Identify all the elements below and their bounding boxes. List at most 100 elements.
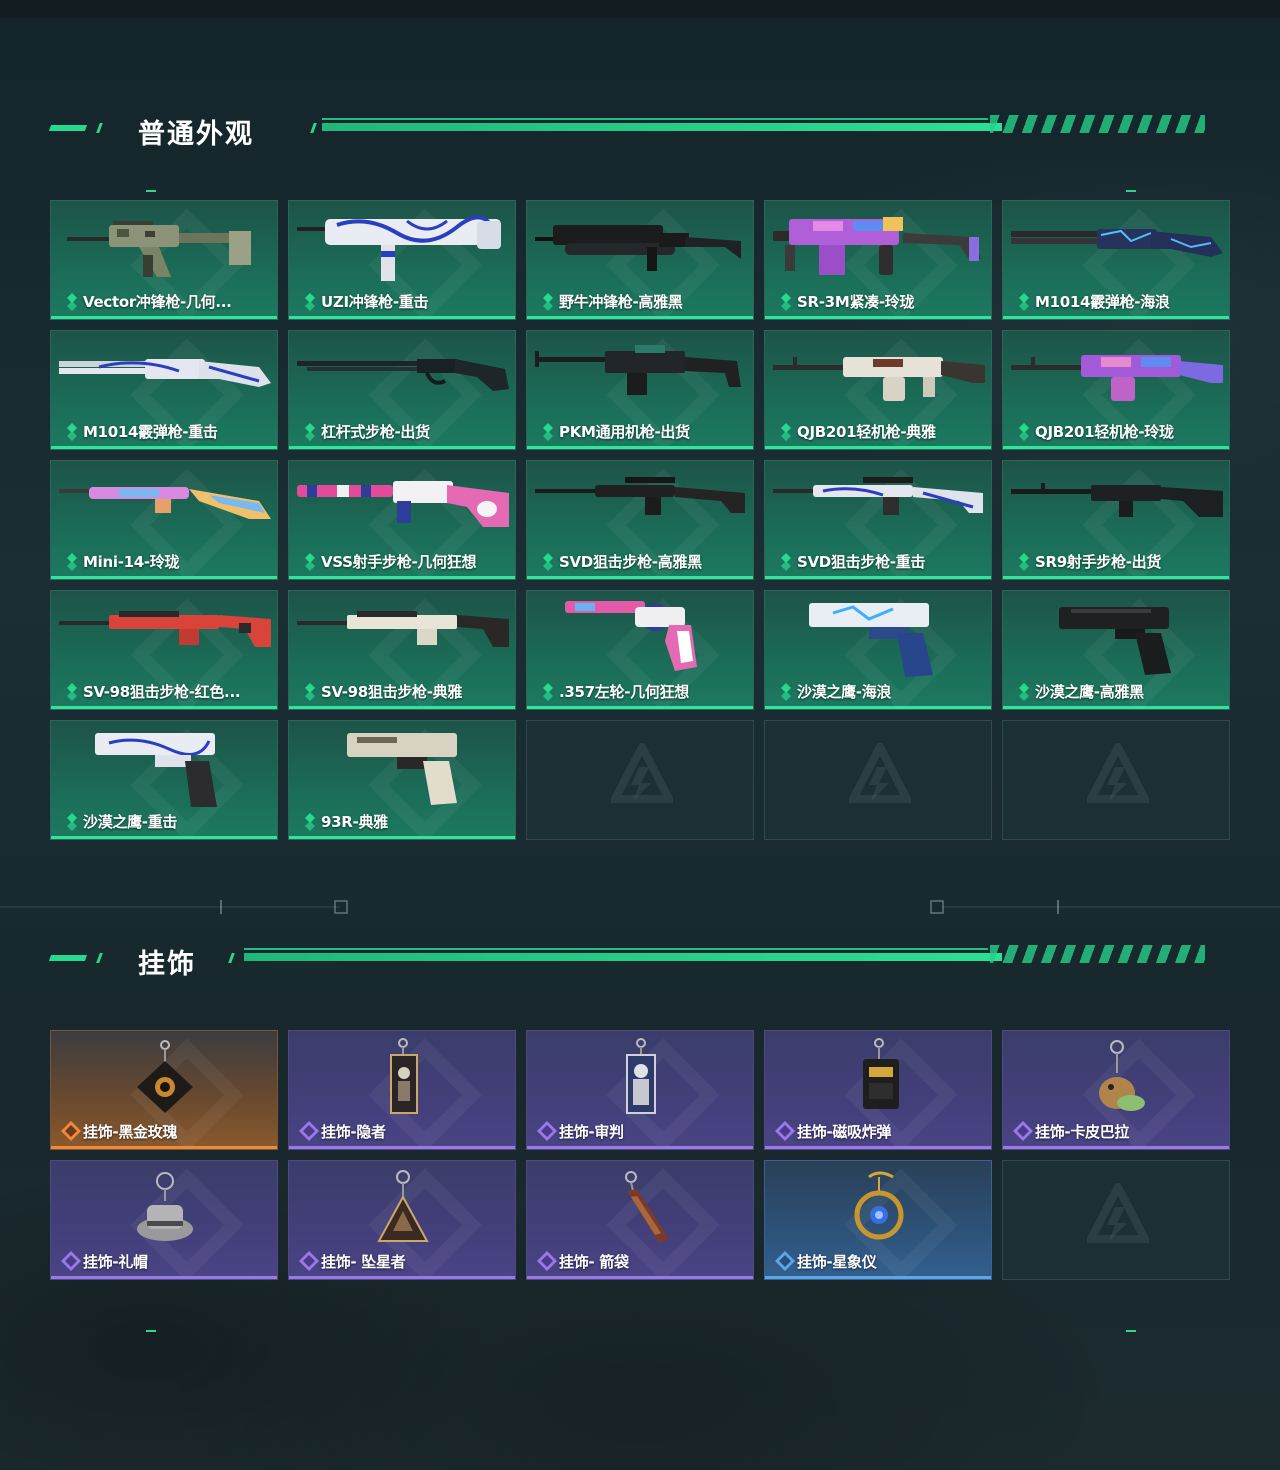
skin-card[interactable]: 沙漠之鹰-高雅黑: [1002, 590, 1230, 710]
skin-card[interactable]: SV-98狙击步枪-红色...: [50, 590, 278, 710]
desert-eagle-image: [95, 733, 217, 807]
skin-label: 沙漠之鹰-重击: [83, 813, 178, 831]
charm-label: 挂饰-审判: [559, 1123, 624, 1141]
charm-label: 挂饰-黑金玫瑰: [83, 1123, 178, 1141]
capybara-charm-image: [1099, 1040, 1145, 1111]
charm-label: 挂饰-卡皮巴拉: [1035, 1123, 1130, 1141]
header-tick: [96, 123, 103, 133]
skin-label: SR9射手步枪-出货: [1035, 553, 1162, 571]
skin-label: QJB201轻机枪-典雅: [797, 423, 936, 441]
charm-card[interactable]: 挂饰-星象仪: [764, 1160, 992, 1280]
skin-card[interactable]: QJB201轻机枪-典雅: [764, 330, 992, 450]
desert-eagle-image: [1059, 607, 1171, 675]
skin-card[interactable]: Mini-14-玲珑: [50, 460, 278, 580]
skin-card[interactable]: 93R-典雅: [288, 720, 516, 840]
magnetic-bomb-charm-image: [863, 1038, 899, 1109]
skin-card[interactable]: SVD狙击步枪-高雅黑: [526, 460, 754, 580]
charm-card[interactable]: 挂饰-礼帽: [50, 1160, 278, 1280]
rarity-icon: [543, 423, 553, 441]
top-hat-charm-image: [137, 1172, 193, 1241]
empty-slot: [1002, 720, 1230, 840]
skins-grid: Vector冲锋枪-几何... UZI冲锋枪-重击 野牛冲锋枪-高雅黑 SR-3…: [50, 200, 1230, 840]
astrolabe-charm-image: [854, 1171, 904, 1240]
skin-label: UZI冲锋枪-重击: [321, 293, 429, 311]
skin-label: M1014霰弹枪-海浪: [1035, 293, 1170, 311]
skin-card[interactable]: 沙漠之鹰-海浪: [764, 590, 992, 710]
rarity-icon: [67, 553, 77, 571]
skin-card[interactable]: .357左轮-几何狂想: [526, 590, 754, 710]
charm-card[interactable]: 挂饰-黑金玫瑰: [50, 1030, 278, 1150]
skin-label: SVD狙击步枪-高雅黑: [559, 553, 702, 571]
section-title-charms: 挂饰: [138, 949, 196, 980]
charm-card[interactable]: 挂饰- 坠星者: [288, 1160, 516, 1280]
empty-slot: [764, 720, 992, 840]
charm-label: 挂饰-星象仪: [797, 1253, 877, 1271]
uzi-smg-image: [297, 215, 501, 281]
rarity-icon: [543, 293, 553, 311]
charm-card[interactable]: 挂饰-隐者: [288, 1030, 516, 1150]
rarity-icon: [537, 1251, 557, 1271]
charm-card[interactable]: 挂饰- 箭袋: [526, 1160, 754, 1280]
skin-card[interactable]: 野牛冲锋枪-高雅黑: [526, 200, 754, 320]
corner-mark: [146, 190, 156, 192]
skin-card[interactable]: M1014霰弹枪-重击: [50, 330, 278, 450]
m1014-shotgun-image: [1011, 229, 1223, 257]
skin-card[interactable]: SV-98狙击步枪-典雅: [288, 590, 516, 710]
skin-card[interactable]: SR9射手步枪-出货: [1002, 460, 1230, 580]
charm-label: 挂饰- 坠星者: [321, 1253, 406, 1271]
skin-card[interactable]: M1014霰弹枪-海浪: [1002, 200, 1230, 320]
rarity-icon: [61, 1121, 81, 1141]
placeholder-logo-icon: [1087, 1183, 1149, 1243]
m1014-shotgun-image: [59, 359, 271, 387]
desert-eagle-image: [809, 603, 933, 677]
quiver-charm-image: [625, 1171, 669, 1243]
rarity-icon: [775, 1251, 795, 1271]
corner-mark: [1126, 190, 1136, 192]
qjb201-image: [1011, 355, 1223, 401]
empty-slot: [1002, 1160, 1230, 1280]
header-dash: [48, 955, 88, 961]
skin-card[interactable]: QJB201轻机枪-玲珑: [1002, 330, 1230, 450]
skin-card[interactable]: SR-3M紧凑-玲珑: [764, 200, 992, 320]
rarity-icon: [775, 1121, 795, 1141]
charm-card[interactable]: 挂饰-磁吸炸弹: [764, 1030, 992, 1150]
skin-label: Mini-14-玲珑: [83, 553, 180, 571]
rarity-icon: [305, 423, 315, 441]
skin-card[interactable]: PKM通用机枪-出货: [526, 330, 754, 450]
skin-card[interactable]: Vector冲锋枪-几何...: [50, 200, 278, 320]
header-checker: [990, 115, 1205, 133]
header-tick: [96, 953, 103, 963]
sv98-rifle-image: [297, 611, 509, 647]
black-gold-rose-charm-image: [137, 1040, 193, 1113]
svd-rifle-image: [773, 477, 983, 515]
placeholder-logo-icon: [849, 743, 911, 803]
header-bar: [322, 123, 1002, 131]
rarity-icon: [1013, 1121, 1033, 1141]
skin-card[interactable]: 杠杆式步枪-出货: [288, 330, 516, 450]
charm-label: 挂饰- 箭袋: [559, 1253, 629, 1271]
sr3m-image: [773, 217, 981, 275]
rarity-icon: [543, 683, 553, 701]
skin-card[interactable]: UZI冲锋枪-重击: [288, 200, 516, 320]
skin-label: SVD狙击步枪-重击: [797, 553, 926, 571]
rarity-icon: [299, 1121, 319, 1141]
skin-label: 沙漠之鹰-海浪: [797, 683, 892, 701]
rarity-icon: [1019, 293, 1029, 311]
skin-label: Vector冲锋枪-几何...: [83, 293, 232, 311]
charm-card[interactable]: 挂饰-审判: [526, 1030, 754, 1150]
vss-rifle-image: [297, 481, 509, 527]
rarity-icon: [781, 423, 791, 441]
corner-mark: [1126, 1330, 1136, 1332]
mini14-image: [59, 487, 271, 519]
rarity-icon: [305, 553, 315, 571]
skin-card[interactable]: SVD狙击步枪-重击: [764, 460, 992, 580]
vector-smg-image: [67, 221, 251, 277]
sv98-rifle-image: [59, 611, 271, 647]
charm-card[interactable]: 挂饰-卡皮巴拉: [1002, 1030, 1230, 1150]
header-line: [244, 948, 988, 950]
rarity-icon: [67, 683, 77, 701]
skin-card[interactable]: VSS射手步枪-几何狂想: [288, 460, 516, 580]
empty-slot: [526, 720, 754, 840]
skin-card[interactable]: 沙漠之鹰-重击: [50, 720, 278, 840]
rarity-icon: [67, 813, 77, 831]
